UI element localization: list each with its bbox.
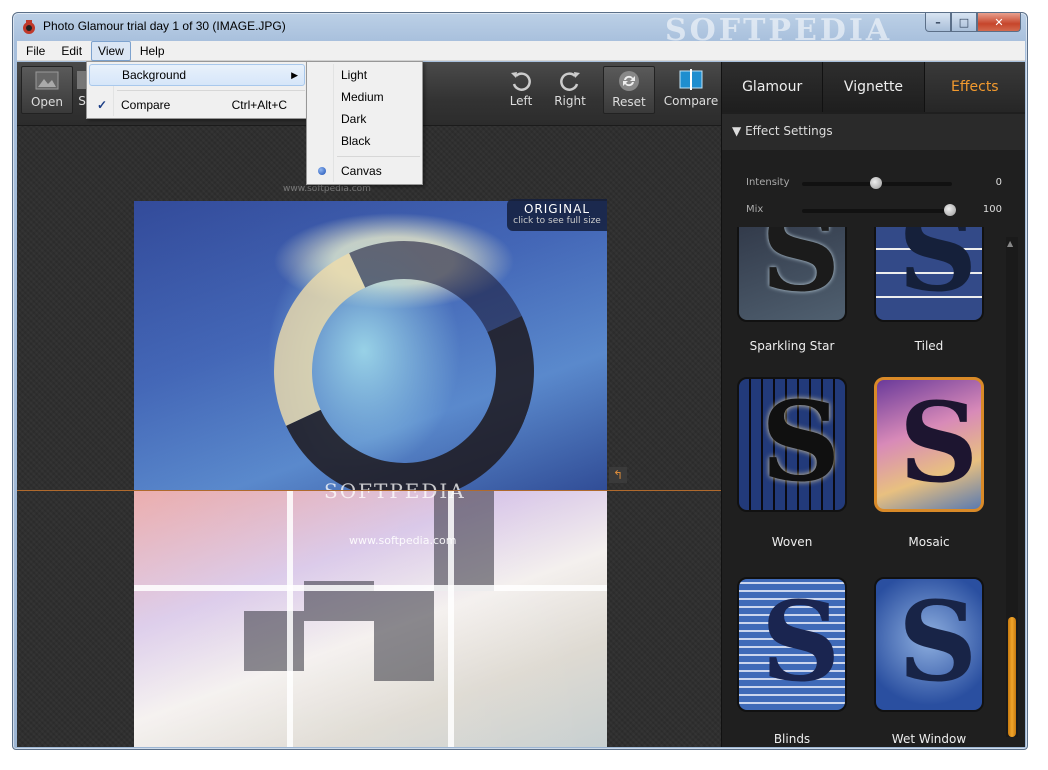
menu-bar: File Edit View Help (17, 40, 1025, 61)
menu-view[interactable]: View (91, 40, 131, 61)
maximize-button[interactable]: □ (951, 13, 977, 32)
compare-menu-label: Compare (121, 98, 171, 112)
compare-label: Compare (663, 94, 719, 108)
split-handle-icon[interactable]: ↰ (609, 467, 627, 483)
gallery-scrollbar-thumb[interactable] (1008, 617, 1016, 737)
effect-settings-title: Effect Settings (745, 124, 833, 138)
mix-slider[interactable] (802, 209, 952, 213)
client-area: Open S Left Right Reset Compare SOFTPEDI… (17, 62, 1025, 747)
original-title: ORIGINAL (523, 202, 591, 216)
background-submenu: Light Medium Dark Black Canvas (306, 61, 423, 185)
bg-option-canvas[interactable]: Canvas (309, 160, 420, 182)
intensity-label: Intensity (746, 177, 790, 188)
bg-option-canvas-label: Canvas (341, 164, 382, 178)
radio-selected-icon (318, 167, 326, 175)
open-button[interactable]: Open (21, 66, 73, 114)
effect-label-tiled: Tiled (914, 339, 944, 353)
mosaic-half (134, 491, 607, 747)
rotate-right-icon (560, 72, 580, 91)
effect-thumb-sparkling-star[interactable]: S (737, 227, 847, 322)
photo-preview[interactable]: SOFTPEDIA www.softpedia.com (134, 201, 607, 747)
panel-tabs: Glamour Vignette Effects (722, 62, 1025, 112)
background-label: Background (122, 68, 187, 82)
compare-shortcut: Ctrl+Alt+C (231, 98, 287, 112)
app-window: Photo Glamour trial day 1 of 30 (IMAGE.J… (12, 12, 1028, 750)
effect-label-sparkling-star: Sparkling Star (749, 339, 835, 353)
effect-thumb-blinds[interactable]: S (737, 577, 847, 712)
tab-effects[interactable]: Effects (924, 62, 1025, 112)
effect-thumb-mosaic[interactable]: S (874, 377, 984, 512)
close-button[interactable]: ✕ (977, 13, 1021, 32)
title-bar[interactable]: Photo Glamour trial day 1 of 30 (IMAGE.J… (13, 13, 1027, 48)
submenu-arrow-icon: ▶ (291, 70, 298, 80)
minimize-button[interactable]: – (925, 13, 951, 32)
checkmark-icon: ✓ (97, 98, 108, 112)
reset-label: Reset (612, 95, 646, 109)
watermark-big: SOFTPEDIA (324, 479, 466, 503)
menu-edit[interactable]: Edit (54, 41, 89, 61)
app-icon (23, 20, 35, 34)
rotate-left-icon (511, 72, 531, 91)
watermark-url: www.softpedia.com (349, 534, 457, 547)
gallery-scrollbar[interactable]: ▲ (1006, 237, 1018, 737)
menu-item-compare[interactable]: ✓ Compare Ctrl+Alt+C (89, 94, 305, 116)
scroll-up-icon[interactable]: ▲ (1007, 239, 1013, 248)
bg-option-dark[interactable]: Dark (309, 108, 420, 130)
original-badge[interactable]: ORIGINAL click to see full size (507, 199, 607, 231)
collapse-triangle-icon: ▼ (732, 124, 742, 138)
right-label: Right (554, 94, 586, 108)
menu-item-background[interactable]: Background ▶ (89, 64, 305, 86)
mix-row: Mix 100 (722, 199, 1025, 223)
bg-option-medium[interactable]: Medium (309, 86, 420, 108)
effect-label-mosaic: Mosaic (908, 535, 950, 549)
effect-settings-header[interactable]: ▼ Effect Settings (722, 114, 1025, 150)
compare-icon (679, 69, 703, 90)
original-hint: click to see full size (513, 216, 601, 226)
intensity-row: Intensity 0 (722, 172, 1025, 196)
image-icon (35, 71, 59, 90)
effect-label-wet-window: Wet Window (891, 732, 967, 746)
right-panel: Glamour Vignette Effects ▼ Effect Settin… (721, 62, 1025, 747)
mix-slider-knob[interactable] (944, 204, 956, 216)
window-title: Photo Glamour trial day 1 of 30 (IMAGE.J… (43, 19, 286, 33)
mix-label: Mix (746, 204, 764, 215)
bg-option-light[interactable]: Light (309, 64, 420, 86)
effect-thumb-woven[interactable]: S (737, 377, 847, 512)
open-label: Open (30, 95, 64, 109)
compare-button[interactable]: Compare (663, 66, 719, 114)
effect-label-blinds: Blinds (773, 732, 811, 746)
reset-button[interactable]: Reset (603, 66, 655, 114)
effect-thumb-tiled[interactable]: S (874, 227, 984, 322)
bg-option-black[interactable]: Black (309, 130, 420, 152)
menu-file[interactable]: File (19, 41, 52, 61)
intensity-slider-knob[interactable] (870, 177, 882, 189)
menu-help[interactable]: Help (133, 41, 172, 61)
tab-glamour[interactable]: Glamour (722, 62, 824, 112)
tab-vignette[interactable]: Vignette (823, 62, 925, 112)
intensity-value: 0 (995, 177, 1002, 188)
rotate-left-button[interactable]: Left (495, 66, 547, 114)
effects-gallery: S Sparkling Star S Tiled S Woven S Mosai… (722, 227, 1012, 747)
rotate-right-button[interactable]: Right (544, 66, 596, 114)
mix-value: 100 (982, 204, 1002, 215)
watermark-small: www.softpedia.com (283, 184, 371, 194)
left-label: Left (509, 94, 533, 108)
effect-label-woven: Woven (771, 535, 813, 549)
compare-split-line[interactable] (17, 490, 721, 491)
save-label: S (78, 94, 86, 108)
view-menu: Background ▶ ✓ Compare Ctrl+Alt+C (86, 61, 308, 119)
canvas-area[interactable]: SOFTPEDIA www.softpedia.com ORIGINAL cli… (17, 126, 721, 747)
refresh-icon (619, 71, 639, 91)
effect-thumb-wet-window[interactable]: S (874, 577, 984, 712)
